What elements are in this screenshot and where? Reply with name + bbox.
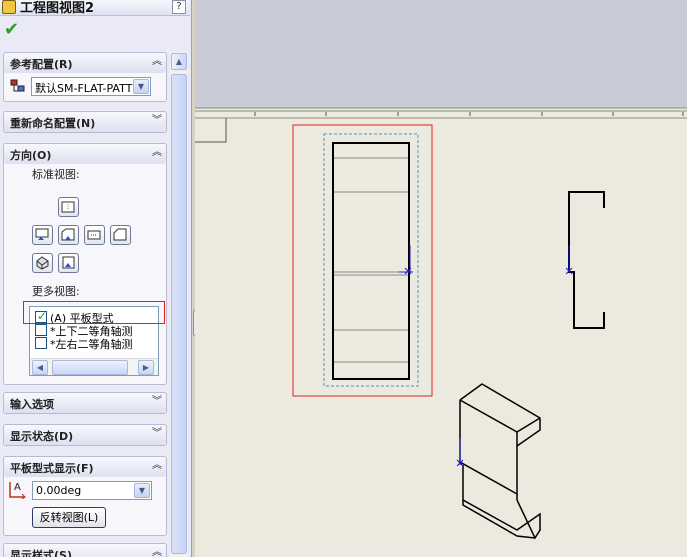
group-header-orientation[interactable]: 方向(O) ︽ bbox=[4, 144, 166, 164]
view-checkbox[interactable] bbox=[35, 337, 47, 349]
front-view-icon bbox=[61, 201, 75, 213]
scroll-thumb[interactable] bbox=[171, 74, 187, 554]
group-title: 显示样式(S) bbox=[10, 549, 72, 557]
collapse-icon[interactable]: ︽ bbox=[151, 146, 163, 160]
group-header-display-state[interactable]: 显示状态(D) ︾ bbox=[4, 425, 166, 445]
group-title: 平板型式显示(F) bbox=[10, 462, 94, 475]
collapse-icon[interactable]: ︽ bbox=[151, 546, 163, 557]
view-checkbox[interactable] bbox=[35, 324, 47, 336]
flip-view-button[interactable]: 反转视图(L) bbox=[32, 507, 106, 528]
angle-icon: A bbox=[8, 480, 28, 500]
top-view-icon bbox=[35, 228, 49, 240]
group-display-style: 显示样式(S) ︽ bbox=[3, 543, 167, 557]
group-header-reference-config[interactable]: 参考配置(R) ︽ bbox=[4, 53, 166, 73]
left-view-button[interactable] bbox=[84, 225, 105, 245]
channel-side-view[interactable] bbox=[565, 191, 605, 329]
origin-marker bbox=[565, 245, 573, 275]
list-horizontal-scrollbar[interactable]: ◀ ▶ bbox=[30, 358, 158, 375]
left-view-icon bbox=[87, 230, 101, 240]
group-header-flat-pattern-display[interactable]: 平板型式显示(F) ︽ bbox=[4, 457, 166, 477]
scroll-up-icon[interactable]: ▲ bbox=[171, 53, 187, 70]
group-title: 重新命名配置(N) bbox=[10, 117, 96, 130]
panel-vertical-scrollbar[interactable]: ▲ bbox=[170, 52, 188, 557]
back-view-button[interactable] bbox=[110, 225, 131, 245]
collapse-icon[interactable]: ︽ bbox=[151, 459, 163, 473]
view-boundary bbox=[323, 133, 419, 387]
group-title: 输入选项 bbox=[10, 398, 54, 411]
expand-icon[interactable]: ︾ bbox=[151, 114, 163, 128]
reference-config-value: 默认SM-FLAT-PATT bbox=[35, 82, 133, 95]
bend-lines bbox=[334, 157, 408, 363]
highlight-annotation-box bbox=[23, 301, 165, 324]
group-rename-config: 重新命名配置(N) ︾ bbox=[3, 111, 167, 133]
group-title: 方向(O) bbox=[10, 149, 52, 162]
group-import-options: 输入选项 ︾ bbox=[3, 392, 167, 414]
rotation-angle-field[interactable]: 0.00deg ▼ bbox=[32, 481, 152, 500]
isometric-3d-view[interactable] bbox=[456, 383, 541, 540]
front-view-button[interactable] bbox=[58, 197, 79, 217]
configuration-icon bbox=[10, 79, 26, 95]
standard-views-label: 标准视图: bbox=[32, 168, 80, 181]
origin-marker bbox=[456, 438, 464, 467]
expand-icon[interactable]: ︾ bbox=[151, 395, 163, 409]
scroll-thumb[interactable] bbox=[52, 360, 128, 375]
flat-pattern-outline bbox=[332, 142, 410, 380]
group-flat-pattern-display: 平板型式显示(F) ︽ A 0.00deg ▼ 反转视图(L) bbox=[3, 456, 167, 536]
drawing-canvas bbox=[195, 107, 687, 540]
origin-marker bbox=[399, 245, 413, 275]
chevron-down-icon[interactable]: ▼ bbox=[133, 79, 149, 94]
ok-check-icon[interactable]: ✔ bbox=[4, 19, 19, 40]
property-manager: 工程图视图2 ? ✔ 参考配置(R) ︽ 默认SM-FLAT-PATT ▼ 重新… bbox=[0, 0, 192, 557]
group-title: 参考配置(R) bbox=[10, 58, 73, 71]
panel-title-bar: 工程图视图2 ? bbox=[0, 0, 190, 16]
graphics-background bbox=[195, 0, 687, 108]
scroll-left-icon[interactable]: ◀ bbox=[32, 360, 48, 375]
chevron-down-icon[interactable]: ▼ bbox=[134, 483, 150, 498]
help-button[interactable]: ? bbox=[172, 0, 186, 14]
isometric-view-icon bbox=[36, 256, 49, 270]
right-view-button[interactable] bbox=[58, 225, 79, 245]
group-display-state: 显示状态(D) ︾ bbox=[3, 424, 167, 446]
flat-pattern-view[interactable] bbox=[292, 124, 433, 397]
sheet-border bbox=[195, 107, 687, 143]
isometric-view-button[interactable] bbox=[32, 253, 53, 273]
right-view-icon bbox=[61, 228, 75, 241]
scroll-right-icon[interactable]: ▶ bbox=[138, 360, 154, 375]
panel-title: 工程图视图2 bbox=[20, 1, 95, 16]
top-view-button[interactable] bbox=[32, 225, 53, 245]
reference-config-select[interactable]: 默认SM-FLAT-PATT ▼ bbox=[31, 77, 151, 96]
group-header-rename-config[interactable]: 重新命名配置(N) ︾ bbox=[4, 112, 166, 132]
rotation-angle-value: 0.00deg bbox=[36, 484, 82, 497]
more-views-label: 更多视图: bbox=[32, 285, 80, 298]
list-item-label: *左右二等角轴测 bbox=[50, 338, 133, 351]
view-selection-frame bbox=[292, 124, 433, 397]
group-header-import-options[interactable]: 输入选项 ︾ bbox=[4, 393, 166, 413]
group-title: 显示状态(D) bbox=[10, 430, 74, 443]
bottom-view-icon bbox=[62, 256, 75, 269]
group-header-display-style[interactable]: 显示样式(S) ︽ bbox=[4, 544, 166, 557]
drawing-view-icon bbox=[2, 0, 16, 14]
group-reference-config: 参考配置(R) ︽ 默认SM-FLAT-PATT ▼ bbox=[3, 52, 167, 102]
back-view-icon bbox=[113, 228, 127, 241]
collapse-icon[interactable]: ︽ bbox=[151, 55, 163, 69]
expand-icon[interactable]: ︾ bbox=[151, 427, 163, 441]
svg-text:A: A bbox=[14, 482, 21, 493]
bottom-view-button[interactable] bbox=[58, 253, 79, 273]
